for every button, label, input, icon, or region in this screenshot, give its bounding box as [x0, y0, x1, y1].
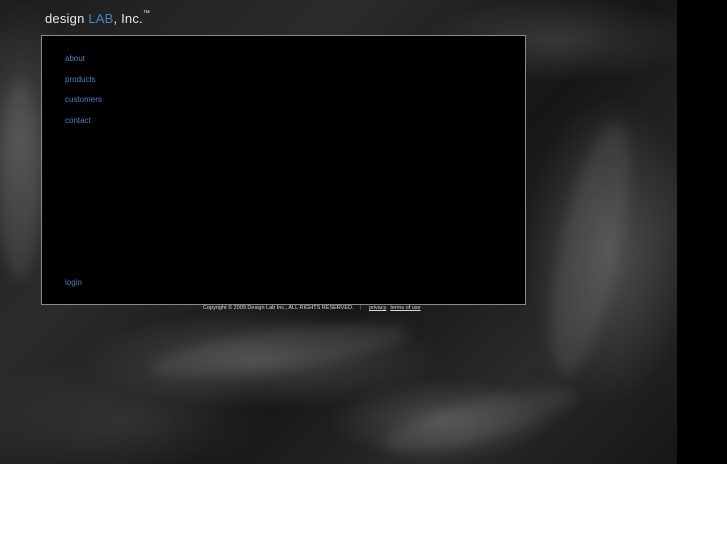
fabric-highlight [0, 80, 40, 280]
nav-item-about[interactable]: about [65, 54, 102, 75]
nav-item-customers[interactable]: customers [65, 95, 102, 116]
main-content-panel: about products customers contact login [41, 35, 526, 305]
background-fabric: design LAB, Inc.™ about products custome… [0, 0, 727, 464]
footer-separator: | [359, 305, 361, 311]
nav-item-products[interactable]: products [65, 75, 102, 96]
privacy-link[interactable]: privacy [369, 305, 386, 311]
fabric-highlight [378, 374, 582, 464]
right-border-strip [677, 0, 727, 464]
site-logo[interactable]: design LAB, Inc.™ [45, 10, 151, 26]
logo-text-design: design [45, 11, 89, 26]
terms-of-use-link[interactable]: terms of use [390, 305, 420, 311]
logo-text-inc: , Inc. [113, 11, 143, 26]
fabric-highlight [533, 116, 647, 384]
trademark-symbol: ™ [142, 10, 151, 17]
copyright-text: Copyright © 2009 Design Lab Inc., ALL RI… [203, 305, 354, 311]
main-nav: about products customers contact [65, 54, 102, 136]
footer: Copyright © 2009 Design Lab Inc., ALL RI… [203, 305, 425, 311]
login-link[interactable]: login [65, 278, 82, 287]
fabric-highlight [148, 312, 412, 388]
nav-item-contact[interactable]: contact [65, 116, 102, 137]
logo-text-lab: LAB [88, 11, 114, 26]
